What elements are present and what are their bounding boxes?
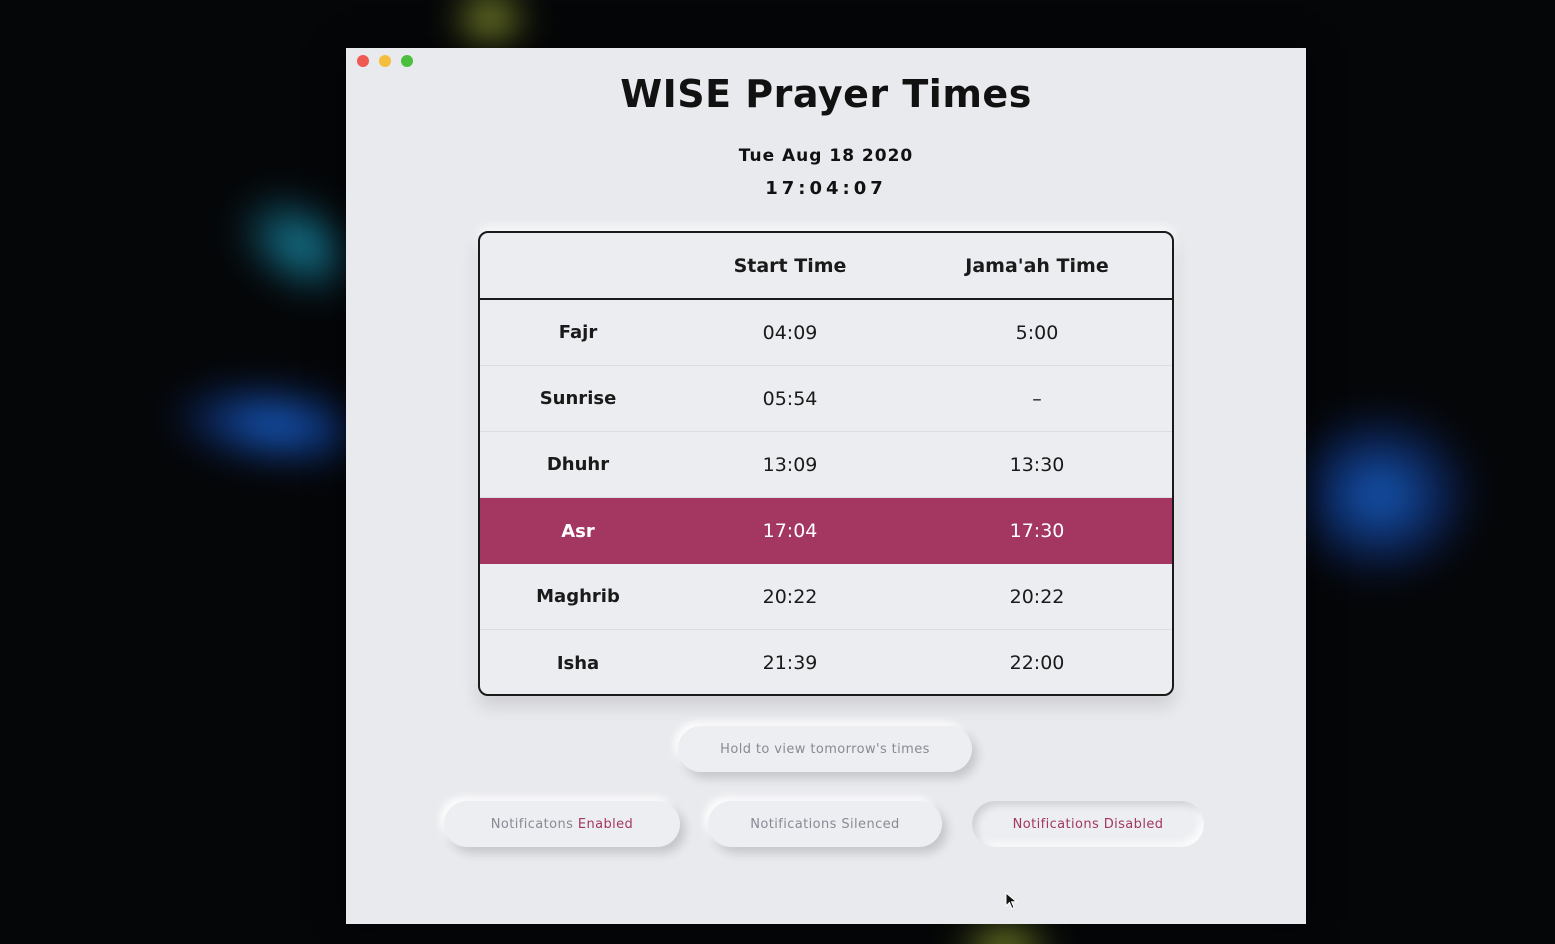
jamaah-time: 20:22 — [1009, 585, 1065, 608]
start-time: 20:22 — [762, 585, 818, 608]
zoom-icon[interactable] — [401, 55, 413, 67]
start-time: 21:39 — [762, 652, 818, 674]
column-header-start-time: Start Time — [733, 254, 847, 277]
start-time: 13:09 — [762, 453, 818, 476]
table-header-row: Start Time Jama'ah Time — [480, 233, 1172, 300]
prayer-name: Maghrib — [536, 586, 620, 607]
prayer-name: Asr — [561, 520, 595, 542]
app-window: WISE Prayer Times Tue Aug 18 2020 17:04:… — [346, 48, 1306, 924]
jamaah-time: 5:00 — [1015, 321, 1059, 344]
table-row-isha: Isha 21:39 22:00 — [480, 630, 1172, 694]
current-date: Tue Aug 18 2020 — [738, 146, 914, 166]
notifications-enabled-button[interactable]: Notificatons Enabled — [444, 801, 680, 847]
table-row-dhuhr: Dhuhr 13:09 13:30 — [480, 432, 1172, 498]
close-icon[interactable] — [357, 55, 369, 67]
notifications-disabled-button[interactable]: Notifications Disabled — [972, 801, 1204, 847]
start-time: 04:09 — [762, 321, 818, 344]
mouse-cursor-icon — [1005, 892, 1018, 910]
table-row-fajr: Fajr 04:09 5:00 — [480, 300, 1172, 366]
jamaah-time: – — [1032, 387, 1042, 410]
table-row-asr-current: Asr 17:04 17:30 — [480, 498, 1172, 564]
table-row-maghrib: Maghrib 20:22 20:22 — [480, 564, 1172, 630]
minimize-icon[interactable] — [379, 55, 391, 67]
start-time: 05:54 — [762, 387, 818, 410]
notifications-enabled-prefix: Notificatons — [490, 816, 578, 832]
window-controls — [357, 55, 413, 67]
app-title: WISE Prayer Times — [620, 72, 1032, 116]
jamaah-time: 22:00 — [1009, 652, 1065, 674]
notifications-enabled-accent: Enabled — [577, 816, 634, 832]
start-time: 17:04 — [762, 520, 818, 542]
jamaah-time: 17:30 — [1009, 520, 1065, 542]
notifications-disabled-label: Notifications Disabled — [1012, 816, 1164, 832]
prayer-times-table: Start Time Jama'ah Time Fajr 04:09 5:00 … — [478, 231, 1174, 696]
paint-splash-blue-right — [1285, 410, 1475, 580]
jamaah-time: 13:30 — [1009, 453, 1065, 476]
view-tomorrow-button[interactable]: Hold to view tomorrow's times — [678, 726, 972, 772]
notifications-silenced-label: Notifications Silenced — [750, 816, 900, 832]
column-header-jamaah-time: Jama'ah Time — [965, 254, 1109, 277]
prayer-name: Sunrise — [539, 388, 617, 409]
view-tomorrow-label: Hold to view tomorrow's times — [720, 741, 930, 757]
prayer-name: Fajr — [558, 322, 598, 343]
prayer-name: Dhuhr — [546, 454, 610, 475]
notifications-silenced-button[interactable]: Notifications Silenced — [708, 801, 942, 847]
table-row-sunrise: Sunrise 05:54 – — [480, 366, 1172, 432]
prayer-name: Isha — [556, 652, 600, 674]
current-time: 17:04:07 — [765, 178, 887, 199]
